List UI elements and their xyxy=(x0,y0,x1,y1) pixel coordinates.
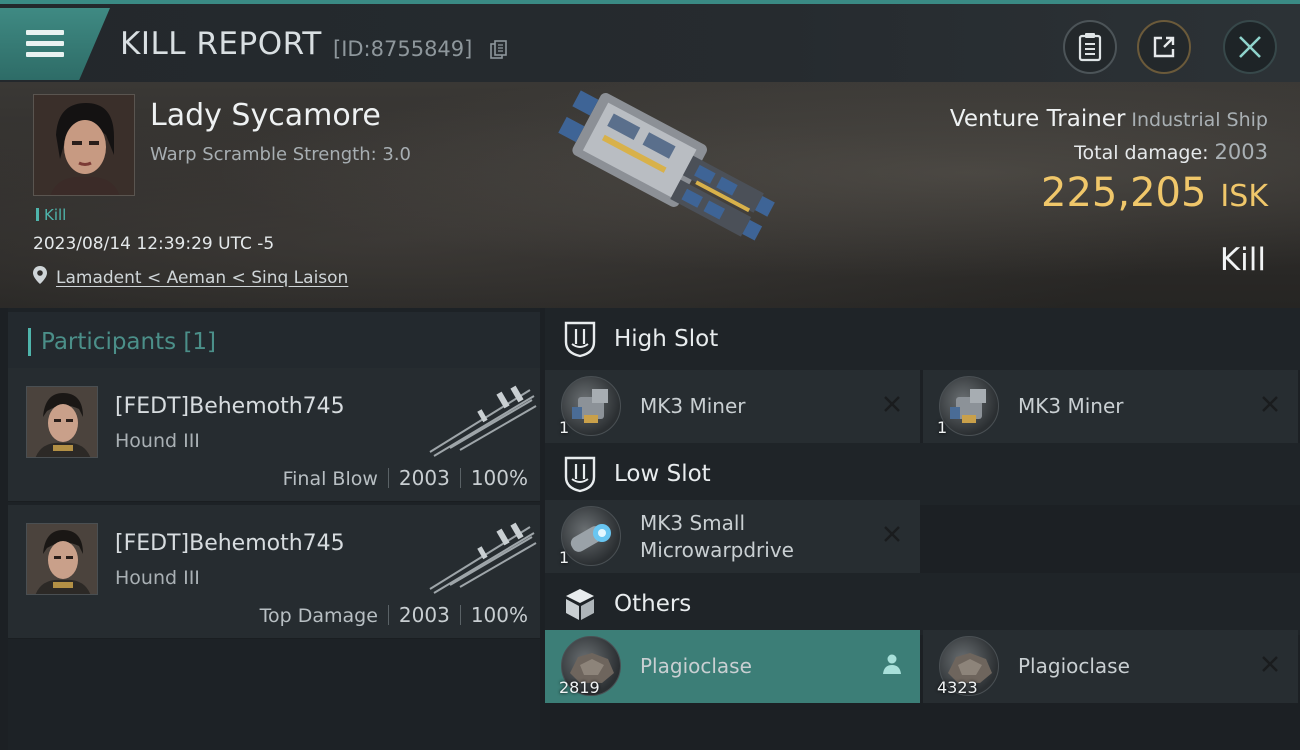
total-damage: Total damage: 2003 xyxy=(1074,140,1268,164)
kill-location-link[interactable]: Lamadent < Aeman < Sinq Laison xyxy=(56,268,348,288)
item-quantity: 2819 xyxy=(559,678,600,697)
participant-stats: Final Blow 2003 100% xyxy=(283,466,528,490)
participant-ship: Hound III xyxy=(115,567,200,589)
close-icon xyxy=(1239,36,1261,58)
dropped-person-icon xyxy=(883,654,901,674)
item-name-line2: Microwarpdrive xyxy=(640,538,794,562)
menu-button[interactable] xyxy=(0,8,110,80)
miner-module-icon xyxy=(561,376,621,436)
clipboard-icon xyxy=(1078,33,1102,62)
kill-datetime: 2023/08/14 12:39:29 UTC -5 xyxy=(33,234,275,254)
participant-avatar xyxy=(26,523,98,595)
participants-title: Participants [1] xyxy=(41,329,216,355)
report-result: Kill xyxy=(1219,242,1266,278)
participant-name[interactable]: [FEDT]Behemoth745 xyxy=(115,394,345,419)
participant-percent: 100% xyxy=(470,466,528,490)
page-title: KILL REPORT xyxy=(120,26,322,62)
participants-header: Participants [1] xyxy=(8,312,540,368)
participant-damage: 2003 xyxy=(398,466,450,490)
item-name: MK3 Miner xyxy=(1018,394,1124,418)
weapon-render xyxy=(429,522,537,594)
participant-percent: 100% xyxy=(470,603,528,627)
low-slot-header: Low Slot xyxy=(545,443,1300,505)
item-quantity: 1 xyxy=(559,548,570,567)
isk-amount: 225,205 xyxy=(1041,170,1207,216)
total-damage-label: Total damage: xyxy=(1074,142,1209,164)
clipboard-button[interactable] xyxy=(1063,20,1117,74)
warp-scramble-strength: Warp Scramble Strength: 3.0 xyxy=(150,144,412,165)
kill-tag: Kill xyxy=(36,206,66,224)
module-item[interactable]: 1 MK3 Small Microwarpdrive xyxy=(545,500,920,573)
isk-value: 225,205 ISK xyxy=(1041,170,1268,216)
participant-role: Top Damage xyxy=(259,605,378,627)
participant-stats: Top Damage 2003 100% xyxy=(260,603,528,627)
ship-name[interactable]: Venture Trainer Industrial Ship xyxy=(950,106,1268,132)
participant-avatar xyxy=(26,386,98,458)
high-slot-icon xyxy=(564,321,596,358)
share-icon xyxy=(1153,36,1175,58)
module-item[interactable]: 1 MK3 Miner xyxy=(545,370,920,443)
participant-ship: Hound III xyxy=(115,430,200,452)
cargo-item[interactable]: 4323 Plagioclase xyxy=(923,630,1298,703)
close-button[interactable] xyxy=(1223,20,1277,74)
participant-row[interactable]: [FEDT]Behemoth745 Hound III Final Blow 20… xyxy=(8,368,540,502)
hamburger-icon xyxy=(26,30,64,60)
ship-class: Industrial Ship xyxy=(1131,109,1268,131)
item-name: MK3 Small Microwarpdrive xyxy=(640,510,794,564)
cargo-box-icon xyxy=(566,589,594,620)
ship-render xyxy=(558,90,775,241)
microwarpdrive-module-icon xyxy=(561,506,621,566)
isk-unit: ISK xyxy=(1220,179,1268,214)
item-name: Plagioclase xyxy=(1018,654,1130,678)
total-damage-value: 2003 xyxy=(1214,140,1268,164)
ship-name-text: Venture Trainer xyxy=(949,106,1126,132)
fitting-panel: High Slot 1 MK3 Miner 1 MK3 Miner Low Sl… xyxy=(545,308,1300,750)
participant-name[interactable]: [FEDT]Behemoth745 xyxy=(115,531,345,556)
others-title: Others xyxy=(614,591,692,617)
item-quantity: 1 xyxy=(937,418,948,437)
destroyed-x-icon xyxy=(1262,396,1278,412)
item-name: MK3 Miner xyxy=(640,394,746,418)
low-slot-title: Low Slot xyxy=(614,461,711,487)
title-bar: KILL REPORT [ID:8755849] xyxy=(0,0,1300,82)
share-button[interactable] xyxy=(1137,20,1191,74)
report-id: [ID:8755849] xyxy=(333,37,473,61)
module-item[interactable]: 1 MK3 Miner xyxy=(923,370,1298,443)
high-slot-header: High Slot xyxy=(545,308,1300,370)
weapon-render xyxy=(429,385,537,457)
participant-row[interactable]: [FEDT]Behemoth745 Hound III Top Damage 20… xyxy=(8,505,540,639)
victim-portrait[interactable] xyxy=(33,94,135,196)
others-header: Others xyxy=(545,573,1300,635)
destroyed-x-icon xyxy=(1262,656,1278,672)
low-slot-icon xyxy=(564,456,596,493)
victim-summary: Lady Sycamore Warp Scramble Strength: 3.… xyxy=(0,82,1300,308)
location-pin-icon xyxy=(33,266,47,284)
victim-name[interactable]: Lady Sycamore xyxy=(150,98,381,133)
cargo-item[interactable]: 2819 Plagioclase xyxy=(545,630,920,703)
participant-role: Final Blow xyxy=(282,468,378,490)
high-slot-title: High Slot xyxy=(614,326,719,352)
destroyed-x-icon xyxy=(884,526,900,542)
miner-module-icon xyxy=(939,376,999,436)
item-quantity: 1 xyxy=(559,418,570,437)
item-name-line1: MK3 Small xyxy=(640,511,745,535)
destroyed-x-icon xyxy=(884,396,900,412)
item-name: Plagioclase xyxy=(640,654,752,678)
participants-panel: Participants [1] [FEDT]Behemoth745 Hound… xyxy=(8,308,540,750)
participant-damage: 2003 xyxy=(398,603,450,627)
copy-icon[interactable] xyxy=(490,40,508,60)
item-quantity: 4323 xyxy=(937,678,978,697)
